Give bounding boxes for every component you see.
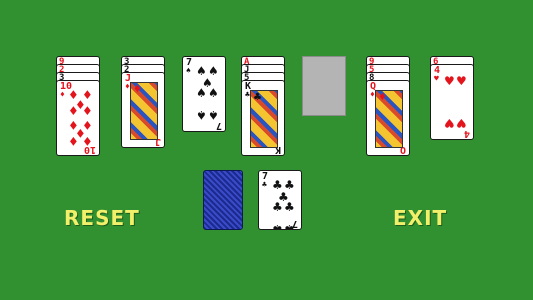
pile-6-top-card[interactable]: Q ♦ Q ♦ [366,80,410,156]
pile-2-top-card[interactable]: J ♦ J ♦ [121,72,165,148]
pile-7-top-card[interactable]: 4 ♥ 4 ♥ ♥ ♥ ♥ [430,64,474,140]
pip-icon: ♥ [444,116,455,130]
pip-icon: ♣ [272,200,283,214]
card-pips: ♠ ♠ ♠ ♠ ♠ ♠ ♠ [192,65,220,125]
card-pips: ♦ ♦ ♦ ♦ ♦ ♦ ♦ ♦ ♦ ♦ [66,89,94,149]
face-card-art: ♦ [375,90,403,148]
face-card-art: ♦ [130,82,158,140]
face-card-art: ♣ [250,90,278,148]
face-suit-icon: ♣ [253,92,262,103]
pip-icon: ♦ [68,104,79,118]
stock-deck[interactable] [203,170,243,230]
pip-icon: ♠ [208,86,219,100]
empty-pile-slot[interactable] [302,56,346,116]
exit-button[interactable]: EXIT [393,206,447,230]
reset-button[interactable]: RESET [64,206,140,230]
pip-icon: ♥ [456,116,467,130]
waste-card[interactable]: 7 ♣ 7 ♣ ♣ ♣ ♣ ♣ ♣ ♣ [258,170,302,230]
pip-icon: ♠ [196,86,207,100]
card-pips: ♣ ♣ ♣ ♣ ♣ ♣ ♣ [268,179,296,230]
card-pips: ♥ ♥ ♥ ♥ [440,73,468,133]
pip-icon: ♣ [284,222,295,230]
pile-4-top-card[interactable]: K ♣ K ♣ [241,80,285,156]
pip-icon: ♣ [272,222,283,230]
pip-icon: ♣ [284,200,295,214]
pip-icon: ♦ [68,134,79,148]
pip-icon: ♦ [82,134,93,148]
pip-icon: ♥ [456,74,467,88]
pip-icon: ♦ [82,104,93,118]
face-suit-icon: ♦ [378,92,387,103]
pip-icon: ♠ [208,108,219,122]
pile-3-top-card[interactable]: 7 ♠ 7 ♠ ♠ ♠ ♠ ♠ ♠ ♠ [182,56,226,132]
pip-icon: ♥ [444,74,455,88]
pip-icon: ♠ [196,108,207,122]
face-suit-icon: ♦ [133,84,142,95]
pile-1-top-card[interactable]: 10 ♦ 10 ♦ ♦ ♦ ♦ ♦ ♦ ♦ ♦ ♦ ♦ [56,80,100,156]
